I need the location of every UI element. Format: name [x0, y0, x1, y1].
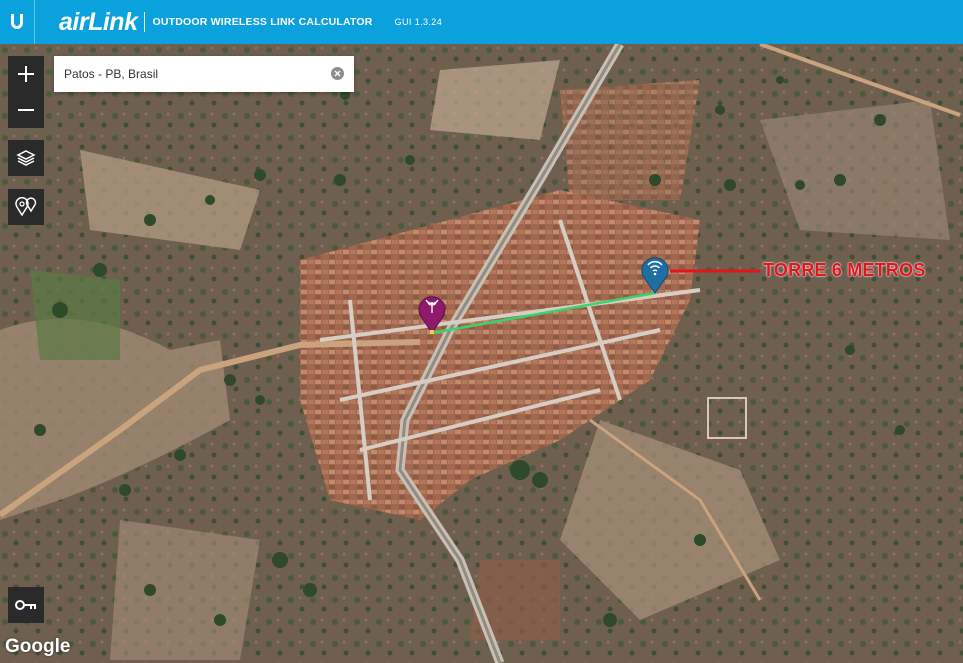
plus-icon [18, 66, 34, 82]
search-input[interactable] [62, 66, 326, 82]
brand-air: air [59, 7, 89, 36]
map-canvas[interactable] [0, 44, 963, 663]
brand-logo: airLink [59, 8, 138, 37]
markers-button[interactable] [8, 189, 44, 225]
layers-icon [16, 150, 36, 166]
zoom-in-button[interactable] [8, 56, 44, 92]
zoom-out-button[interactable] [8, 92, 44, 128]
version-label: GUI 1.3.24 [394, 17, 443, 27]
app-header: airLink OUTDOOR WIRELESS LINK CALCULATOR… [0, 0, 963, 44]
google-attribution: Google [5, 636, 71, 657]
brand-link: Link [88, 7, 138, 36]
key-icon [15, 600, 36, 610]
tower-annotation: TORRE 6 METROS [763, 260, 926, 280]
key-button[interactable] [8, 587, 44, 623]
app-subtitle: OUTDOOR WIRELESS LINK CALCULATOR [152, 16, 373, 28]
clear-icon[interactable] [331, 67, 344, 80]
header-divider [143, 12, 145, 32]
terrain [30, 270, 120, 360]
layers-button[interactable] [8, 140, 44, 176]
terrain [430, 60, 560, 140]
markers-icon [15, 197, 37, 217]
terrain [110, 520, 260, 660]
satellite-map[interactable] [0, 44, 963, 663]
town-area [560, 80, 700, 200]
ubiquiti-u-icon[interactable] [0, 0, 35, 44]
location-search[interactable] [54, 56, 354, 92]
minus-icon [18, 109, 34, 111]
